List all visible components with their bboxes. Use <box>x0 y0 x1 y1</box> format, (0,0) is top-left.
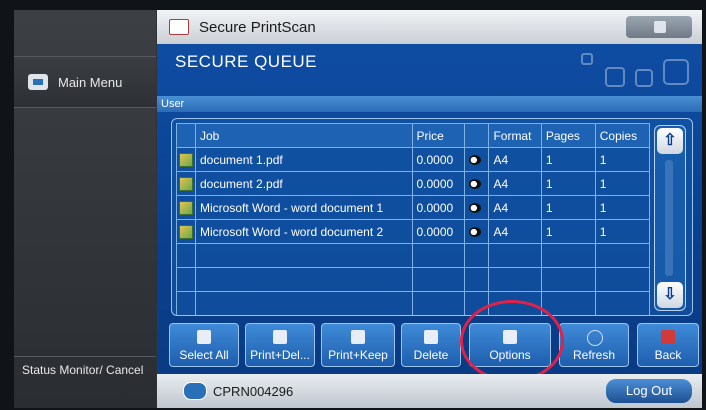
header-format[interactable]: Format <box>488 123 542 148</box>
job-price: 0.0000 <box>411 219 465 244</box>
refresh-label: Refresh <box>572 348 616 362</box>
home-button[interactable] <box>626 16 692 38</box>
back-button[interactable]: Back <box>637 323 699 367</box>
main-menu-label: Main Menu <box>58 74 123 90</box>
back-label: Back <box>654 348 682 362</box>
page-title: SECURE QUEUE <box>175 52 318 71</box>
options-button[interactable]: Options <box>469 323 551 367</box>
scroll-track[interactable] <box>665 160 673 276</box>
job-format: A4 <box>488 195 542 220</box>
job-copies: 1 <box>594 147 651 172</box>
status-monitor-label: Status Monitor/ Cancel <box>22 363 144 377</box>
job-copies: 1 <box>594 219 651 244</box>
header-icon-cell <box>176 123 196 148</box>
document-icon <box>179 176 193 191</box>
main-menu-button[interactable]: Main Menu <box>14 56 156 108</box>
header-price[interactable]: Price <box>411 123 465 148</box>
black-white-icon <box>468 179 481 190</box>
log-out-button[interactable]: Log Out <box>606 379 692 403</box>
refresh-icon <box>587 330 603 346</box>
delete-button[interactable]: Delete <box>401 323 461 367</box>
status-bar: CPRN004296 Log Out <box>157 374 702 408</box>
job-price: 0.0000 <box>411 195 465 220</box>
job-name: Microsoft Word - word document 2 <box>195 219 413 244</box>
job-price: 0.0000 <box>411 171 465 196</box>
printer-icon <box>351 330 365 344</box>
header-copies[interactable]: Copies <box>594 123 651 148</box>
black-white-icon <box>468 203 481 214</box>
scrollbar[interactable]: ⇧ ⇩ <box>654 125 686 311</box>
table-header-row: Job Price Format Pages Copies <box>176 123 651 148</box>
printer-id: CPRN004296 <box>213 383 294 399</box>
black-white-icon <box>468 155 481 166</box>
app-title: Secure PrintScan <box>199 18 316 36</box>
refresh-button[interactable]: Refresh <box>559 323 629 367</box>
printscan-app-icon <box>169 19 189 35</box>
options-icon <box>503 330 517 344</box>
job-table-panel: Job Price Format Pages Copies document 1… <box>171 118 693 316</box>
document-icon <box>179 224 193 239</box>
status-monitor-cancel-button[interactable]: Status Monitor/ Cancel <box>14 356 156 408</box>
job-name: document 2.pdf <box>195 171 413 196</box>
print-keep-label: Print+Keep <box>328 348 388 362</box>
scroll-up-icon[interactable]: ⇧ <box>657 128 683 154</box>
empty-row <box>176 267 651 292</box>
user-label: User <box>161 98 185 110</box>
user-bar: User <box>157 96 702 112</box>
sidebar: Main Menu Status Monitor/ Cancel <box>14 10 156 408</box>
checkbox-icon <box>197 330 211 344</box>
job-table: Job Price Format Pages Copies document 1… <box>176 123 651 315</box>
table-row[interactable]: Microsoft Word - word document 1 0.0000 … <box>176 195 651 220</box>
job-name: document 1.pdf <box>195 147 413 172</box>
main-content: Secure PrintScan SECURE QUEUE User Job P… <box>157 10 702 408</box>
action-toolbar: Select All Print+Del... Print+Keep Delet… <box>169 323 699 367</box>
select-all-label: Select All <box>179 348 229 362</box>
select-all-button[interactable]: Select All <box>169 323 239 367</box>
print-keep-button[interactable]: Print+Keep <box>321 323 395 367</box>
table-row[interactable]: document 2.pdf 0.0000 A4 1 1 <box>176 171 651 196</box>
device-screen: Main Menu Status Monitor/ Cancel Secure … <box>14 10 702 408</box>
job-copies: 1 <box>594 171 651 196</box>
header-color[interactable] <box>463 123 490 148</box>
job-format: A4 <box>488 147 542 172</box>
document-icon <box>179 200 193 215</box>
printer-icon <box>273 330 287 344</box>
job-pages: 1 <box>540 147 596 172</box>
main-menu-icon <box>28 74 48 90</box>
job-pages: 1 <box>540 219 596 244</box>
table-row[interactable]: document 1.pdf 0.0000 A4 1 1 <box>176 147 651 172</box>
job-price: 0.0000 <box>411 147 465 172</box>
decorative-squares-icon <box>581 53 689 87</box>
job-format: A4 <box>488 219 542 244</box>
print-delete-button[interactable]: Print+Del... <box>245 323 315 367</box>
black-white-icon <box>468 227 481 238</box>
job-name: Microsoft Word - word document 1 <box>195 195 413 220</box>
delete-label: Delete <box>413 348 449 362</box>
scroll-down-icon[interactable]: ⇩ <box>657 282 683 308</box>
table-row[interactable]: Microsoft Word - word document 2 0.0000 … <box>176 219 651 244</box>
document-icon <box>179 152 193 167</box>
header-pages[interactable]: Pages <box>540 123 596 148</box>
options-label: Options <box>489 348 531 362</box>
printer-id-icon <box>183 382 207 400</box>
job-format: A4 <box>488 171 542 196</box>
job-pages: 1 <box>540 195 596 220</box>
empty-row <box>176 291 651 315</box>
trash-icon <box>424 330 438 344</box>
empty-row <box>176 243 651 268</box>
job-copies: 1 <box>594 195 651 220</box>
header-job[interactable]: Job <box>195 123 413 148</box>
print-delete-label: Print+Del... <box>250 348 310 362</box>
close-icon <box>661 330 675 344</box>
job-pages: 1 <box>540 171 596 196</box>
title-bar: Secure PrintScan <box>157 10 702 44</box>
